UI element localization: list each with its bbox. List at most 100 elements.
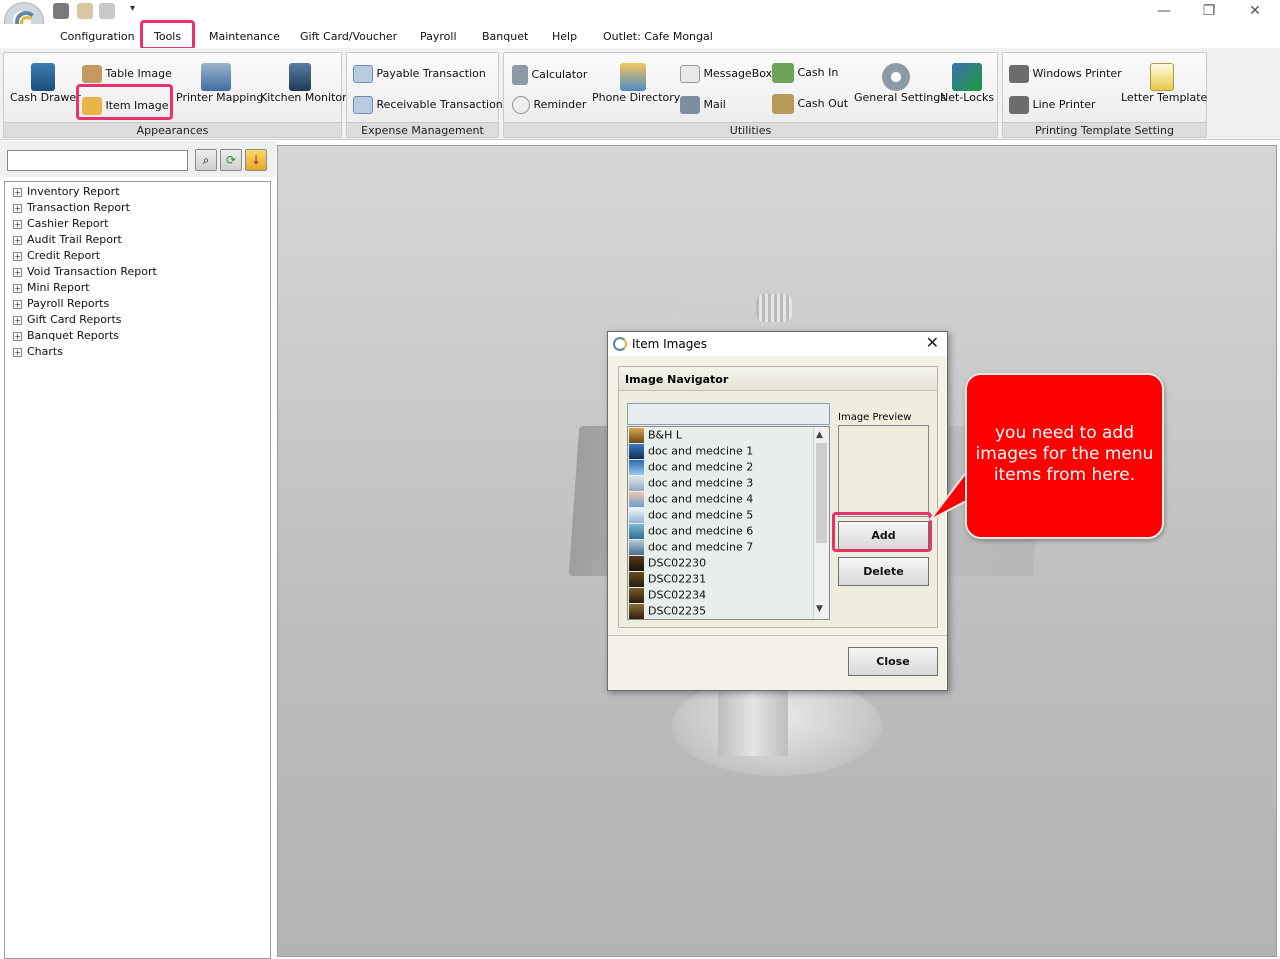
phone-directory-button[interactable]: Phone Directory (592, 63, 680, 104)
scrollbar-thumb[interactable] (816, 443, 827, 543)
messagebox-button[interactable]: MessageBox (680, 65, 772, 83)
binoculars-search-icon[interactable]: ⌕ (195, 149, 217, 171)
menu-banquet[interactable]: Banquet (482, 30, 528, 43)
scroll-up-icon[interactable]: ▲ (816, 430, 823, 440)
list-item[interactable]: doc and medcine 6 (629, 524, 814, 540)
expand-icon[interactable]: + (13, 187, 22, 197)
report-tree: + Inventory Report + Transaction Report + C… (4, 181, 271, 959)
expand-icon[interactable]: + (13, 315, 22, 325)
tree-item-transaction-report[interactable]: + Transaction Report (13, 201, 130, 214)
menu-payroll[interactable]: Payroll (420, 30, 457, 43)
report-search-input[interactable] (7, 150, 188, 171)
line-printer-button[interactable]: Line Printer (1009, 96, 1096, 114)
tree-item-cashier-report[interactable]: + Cashier Report (13, 217, 108, 230)
tree-item-mini-report[interactable]: + Mini Report (13, 281, 90, 294)
kitchen-monitor-icon (289, 63, 311, 91)
list-item[interactable]: doc and medcine 1 (629, 444, 814, 460)
list-item[interactable]: DSC02234 (629, 588, 814, 604)
letter-template-button[interactable]: Letter Template (1121, 63, 1207, 104)
tree-item-charts[interactable]: + Charts (13, 345, 63, 358)
expand-icon[interactable]: + (13, 347, 22, 357)
table-image-button[interactable]: Table Image (82, 65, 172, 83)
outlet-label: Outlet: Cafe Mongal (603, 30, 713, 43)
tree-item-inventory-report[interactable]: + Inventory Report (13, 185, 120, 198)
payable-icon (353, 65, 373, 83)
list-item[interactable]: doc and medcine 7 (629, 540, 814, 556)
list-item[interactable]: DSC02231 (629, 572, 814, 588)
group-utilities: Calculator Reminder Phone Directory Mess… (503, 52, 998, 138)
list-item[interactable]: B&H L (629, 428, 814, 444)
image-list-scrollbar[interactable]: ▲ ▼ (813, 427, 829, 619)
minimize-button[interactable]: — (1149, 2, 1179, 22)
thumbnail (629, 588, 644, 603)
quick-access-settings-icon[interactable] (77, 3, 93, 19)
windows-printer-button[interactable]: Windows Printer (1009, 65, 1122, 83)
general-settings-button[interactable]: General Settings (854, 63, 946, 104)
table-image-icon (82, 65, 102, 83)
expand-icon[interactable]: + (13, 283, 22, 293)
expand-icon[interactable]: + (13, 235, 22, 245)
close-window-button[interactable]: ✕ (1240, 2, 1270, 22)
image-navigator-panel: Image Navigator B&H L doc and medcine 1 … (618, 366, 938, 628)
kitchen-monitor-button[interactable]: Kitchen Monitor (260, 63, 347, 104)
restore-button[interactable]: ❐ (1194, 2, 1224, 22)
list-item-label: doc and medcine 2 (648, 460, 754, 474)
payable-transaction-button[interactable]: Payable Transaction (353, 65, 486, 83)
cash-out-button[interactable]: Cash Out (772, 94, 848, 114)
utilities-group-label: Utilities (504, 122, 997, 137)
reminder-button[interactable]: Reminder (512, 96, 586, 114)
tree-item-banquet-reports[interactable]: + Banquet Reports (13, 329, 119, 342)
expand-icon[interactable]: + (13, 299, 22, 309)
delete-button[interactable]: Delete (838, 557, 929, 586)
tree-label: Gift Card Reports (27, 313, 122, 326)
group-printing: Windows Printer Line Printer Letter Temp… (1002, 52, 1207, 138)
sort-az-icon[interactable]: ↓ (245, 149, 267, 171)
cash-in-button[interactable]: Cash In (772, 63, 838, 83)
list-item[interactable]: DSC02235 (629, 604, 814, 619)
list-item[interactable]: doc and medcine 4 (629, 492, 814, 508)
image-search-input[interactable] (627, 403, 830, 425)
list-item[interactable]: doc and medcine 2 (629, 460, 814, 476)
dialog-close-icon[interactable]: ✕ (926, 333, 939, 352)
expand-icon[interactable]: + (13, 267, 22, 277)
scroll-down-icon[interactable]: ▼ (816, 604, 823, 614)
refresh-icon[interactable]: ⟳ (220, 149, 242, 171)
tree-item-credit-report[interactable]: + Credit Report (13, 249, 100, 262)
tree-item-gift-card-reports[interactable]: + Gift Card Reports (13, 313, 122, 326)
receivable-transaction-button[interactable]: Receivable Transaction (353, 96, 503, 114)
image-list[interactable]: B&H L doc and medcine 1 doc and medcine … (627, 426, 830, 620)
list-item-label: doc and medcine 3 (648, 476, 754, 490)
thumbnail (629, 444, 644, 459)
net-locks-button[interactable]: Net-Locks (940, 63, 994, 104)
menu-configuration[interactable]: Configuration (60, 30, 135, 43)
list-item[interactable]: doc and medcine 3 (629, 476, 814, 492)
quick-access-print-icon[interactable] (99, 3, 115, 19)
calculator-button[interactable]: Calculator (512, 65, 587, 85)
calculator-icon (512, 65, 528, 85)
menu-gift-card[interactable]: Gift Card/Voucher (300, 30, 397, 43)
tree-item-void-transaction-report[interactable]: + Void Transaction Report (13, 265, 157, 278)
phone-directory-icon (620, 63, 646, 91)
quick-access-dropdown-icon[interactable]: ▾ (130, 3, 135, 14)
tree-label: Banquet Reports (27, 329, 119, 342)
tree-item-payroll-reports[interactable]: + Payroll Reports (13, 297, 109, 310)
item-images-dialog: Item Images ✕ Image Navigator B&H L doc … (607, 331, 948, 691)
expand-icon[interactable]: + (13, 203, 22, 213)
expand-icon[interactable]: + (13, 251, 22, 261)
windows-printer-icon (1009, 65, 1029, 83)
quick-access-grid-icon[interactable] (53, 3, 69, 19)
expand-icon[interactable]: + (13, 219, 22, 229)
mail-button[interactable]: Mail (680, 96, 726, 114)
expand-icon[interactable]: + (13, 331, 22, 341)
list-item[interactable]: doc and medcine 5 (629, 508, 814, 524)
kitchen-monitor-label: Kitchen Monitor (260, 91, 347, 104)
tree-item-audit-trail-report[interactable]: + Audit Trail Report (13, 233, 122, 246)
mail-icon (680, 96, 700, 114)
cash-drawer-button[interactable]: Cash Drawer (10, 63, 81, 104)
list-item[interactable]: DSC02230 (629, 556, 814, 572)
printer-mapping-button[interactable]: Printer Mapping (176, 63, 263, 104)
menu-help[interactable]: Help (552, 30, 577, 43)
instruction-callout: you need to add images for the menu item… (965, 373, 1164, 539)
close-button[interactable]: Close (848, 647, 938, 676)
menu-maintenance[interactable]: Maintenance (209, 30, 280, 43)
